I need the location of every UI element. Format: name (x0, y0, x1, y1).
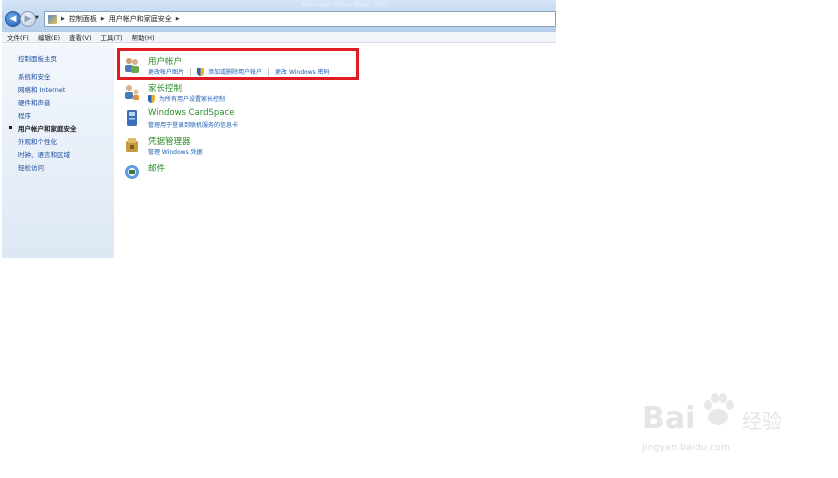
watermark-url: jingyan.baidu.com (642, 443, 731, 453)
sidebar-item-clock-language[interactable]: 时钟、语言和区域 (18, 149, 70, 159)
sidebar-item-hardware-sound[interactable]: 硬件和声音 (18, 97, 51, 107)
set-parental-controls-link[interactable]: 为所有用户设置家长控制 (159, 94, 225, 103)
chevron-right-icon[interactable]: ▶ (61, 16, 65, 22)
mail-icon (125, 165, 139, 179)
menu-edit[interactable]: 编辑(E) (38, 32, 60, 42)
manage-windows-credentials-link[interactable]: 管理 Windows 凭据 (148, 147, 203, 156)
control-panel-icon (48, 14, 57, 24)
baidu-jingyan-watermark: Bai 经验 jingyan.baidu.com (642, 387, 792, 457)
window-title: Microsoft Office Word 2007 (302, 2, 389, 9)
category-mail: 邮件 (123, 162, 543, 186)
uac-shield-icon (148, 94, 155, 103)
cardspace-icon (127, 110, 137, 126)
category-parental-controls: 家长控制 为所有用户设置家长控制 (123, 82, 543, 106)
active-bullet-icon (9, 126, 12, 129)
sidebar-item-programs[interactable]: 程序 (18, 110, 31, 120)
cardspace-title[interactable]: Windows CardSpace (148, 108, 234, 118)
recent-pages-dropdown[interactable]: ▼ (35, 15, 39, 21)
baidu-paw-icon (704, 393, 734, 425)
sidebar-item-appearance[interactable]: 外观和个性化 (18, 136, 57, 146)
credential-manager-icon (126, 138, 138, 152)
category-cardspace: Windows CardSpace 管理用于登录到联机服务的信息卡 (123, 108, 543, 132)
title-bar: Microsoft Office Word 2007 ◀ ▶ ▼ ▶ 控制面板 … (2, 0, 556, 32)
menu-view[interactable]: 查看(V) (69, 32, 92, 42)
forward-button[interactable]: ▶ (20, 11, 36, 27)
sidebar-item-ease-of-access[interactable]: 轻松访问 (18, 162, 44, 172)
back-button[interactable]: ◀ (5, 11, 21, 27)
sidebar-item-home[interactable]: 控制面板主页 (18, 53, 57, 63)
sidebar-item-system-security[interactable]: 系统和安全 (18, 71, 51, 81)
menu-help[interactable]: 帮助(H) (132, 32, 155, 42)
manage-info-cards-link[interactable]: 管理用于登录到联机服务的信息卡 (148, 120, 238, 129)
breadcrumb-user-accounts-family-safety[interactable]: 用户帐户和家庭安全 (109, 14, 172, 24)
parental-controls-title[interactable]: 家长控制 (148, 82, 182, 94)
breadcrumb-control-panel[interactable]: 控制面板 (69, 14, 97, 24)
parental-control-icon (125, 85, 139, 100)
menu-tools[interactable]: 工具(T) (101, 32, 123, 42)
chevron-right-icon[interactable]: ▶ (176, 16, 180, 22)
control-panel-window: Microsoft Office Word 2007 ◀ ▶ ▼ ▶ 控制面板 … (2, 0, 556, 258)
mail-title[interactable]: 邮件 (148, 162, 165, 174)
chevron-right-icon[interactable]: ▶ (101, 16, 105, 22)
sidebar-item-network[interactable]: 网络和 Internet (18, 84, 65, 94)
menu-file[interactable]: 文件(F) (7, 32, 29, 42)
credential-manager-title[interactable]: 凭据管理器 (148, 135, 191, 147)
menu-bar: 文件(F) 编辑(E) 查看(V) 工具(T) 帮助(H) (2, 32, 556, 43)
sidebar-item-user-accounts[interactable]: 用户帐户和家庭安全 (18, 123, 77, 133)
category-credential-manager: 凭据管理器 管理 Windows 凭据 (123, 135, 543, 159)
sidebar: 控制面板主页 系统和安全 网络和 Internet 硬件和声音 程序 用户帐户和… (2, 44, 114, 258)
watermark-brand: Bai (642, 401, 696, 436)
watermark-brand-cn: 经验 (742, 409, 782, 433)
highlight-box (117, 48, 359, 80)
address-bar[interactable]: ▶ 控制面板 ▶ 用户帐户和家庭安全 ▶ (44, 11, 556, 27)
